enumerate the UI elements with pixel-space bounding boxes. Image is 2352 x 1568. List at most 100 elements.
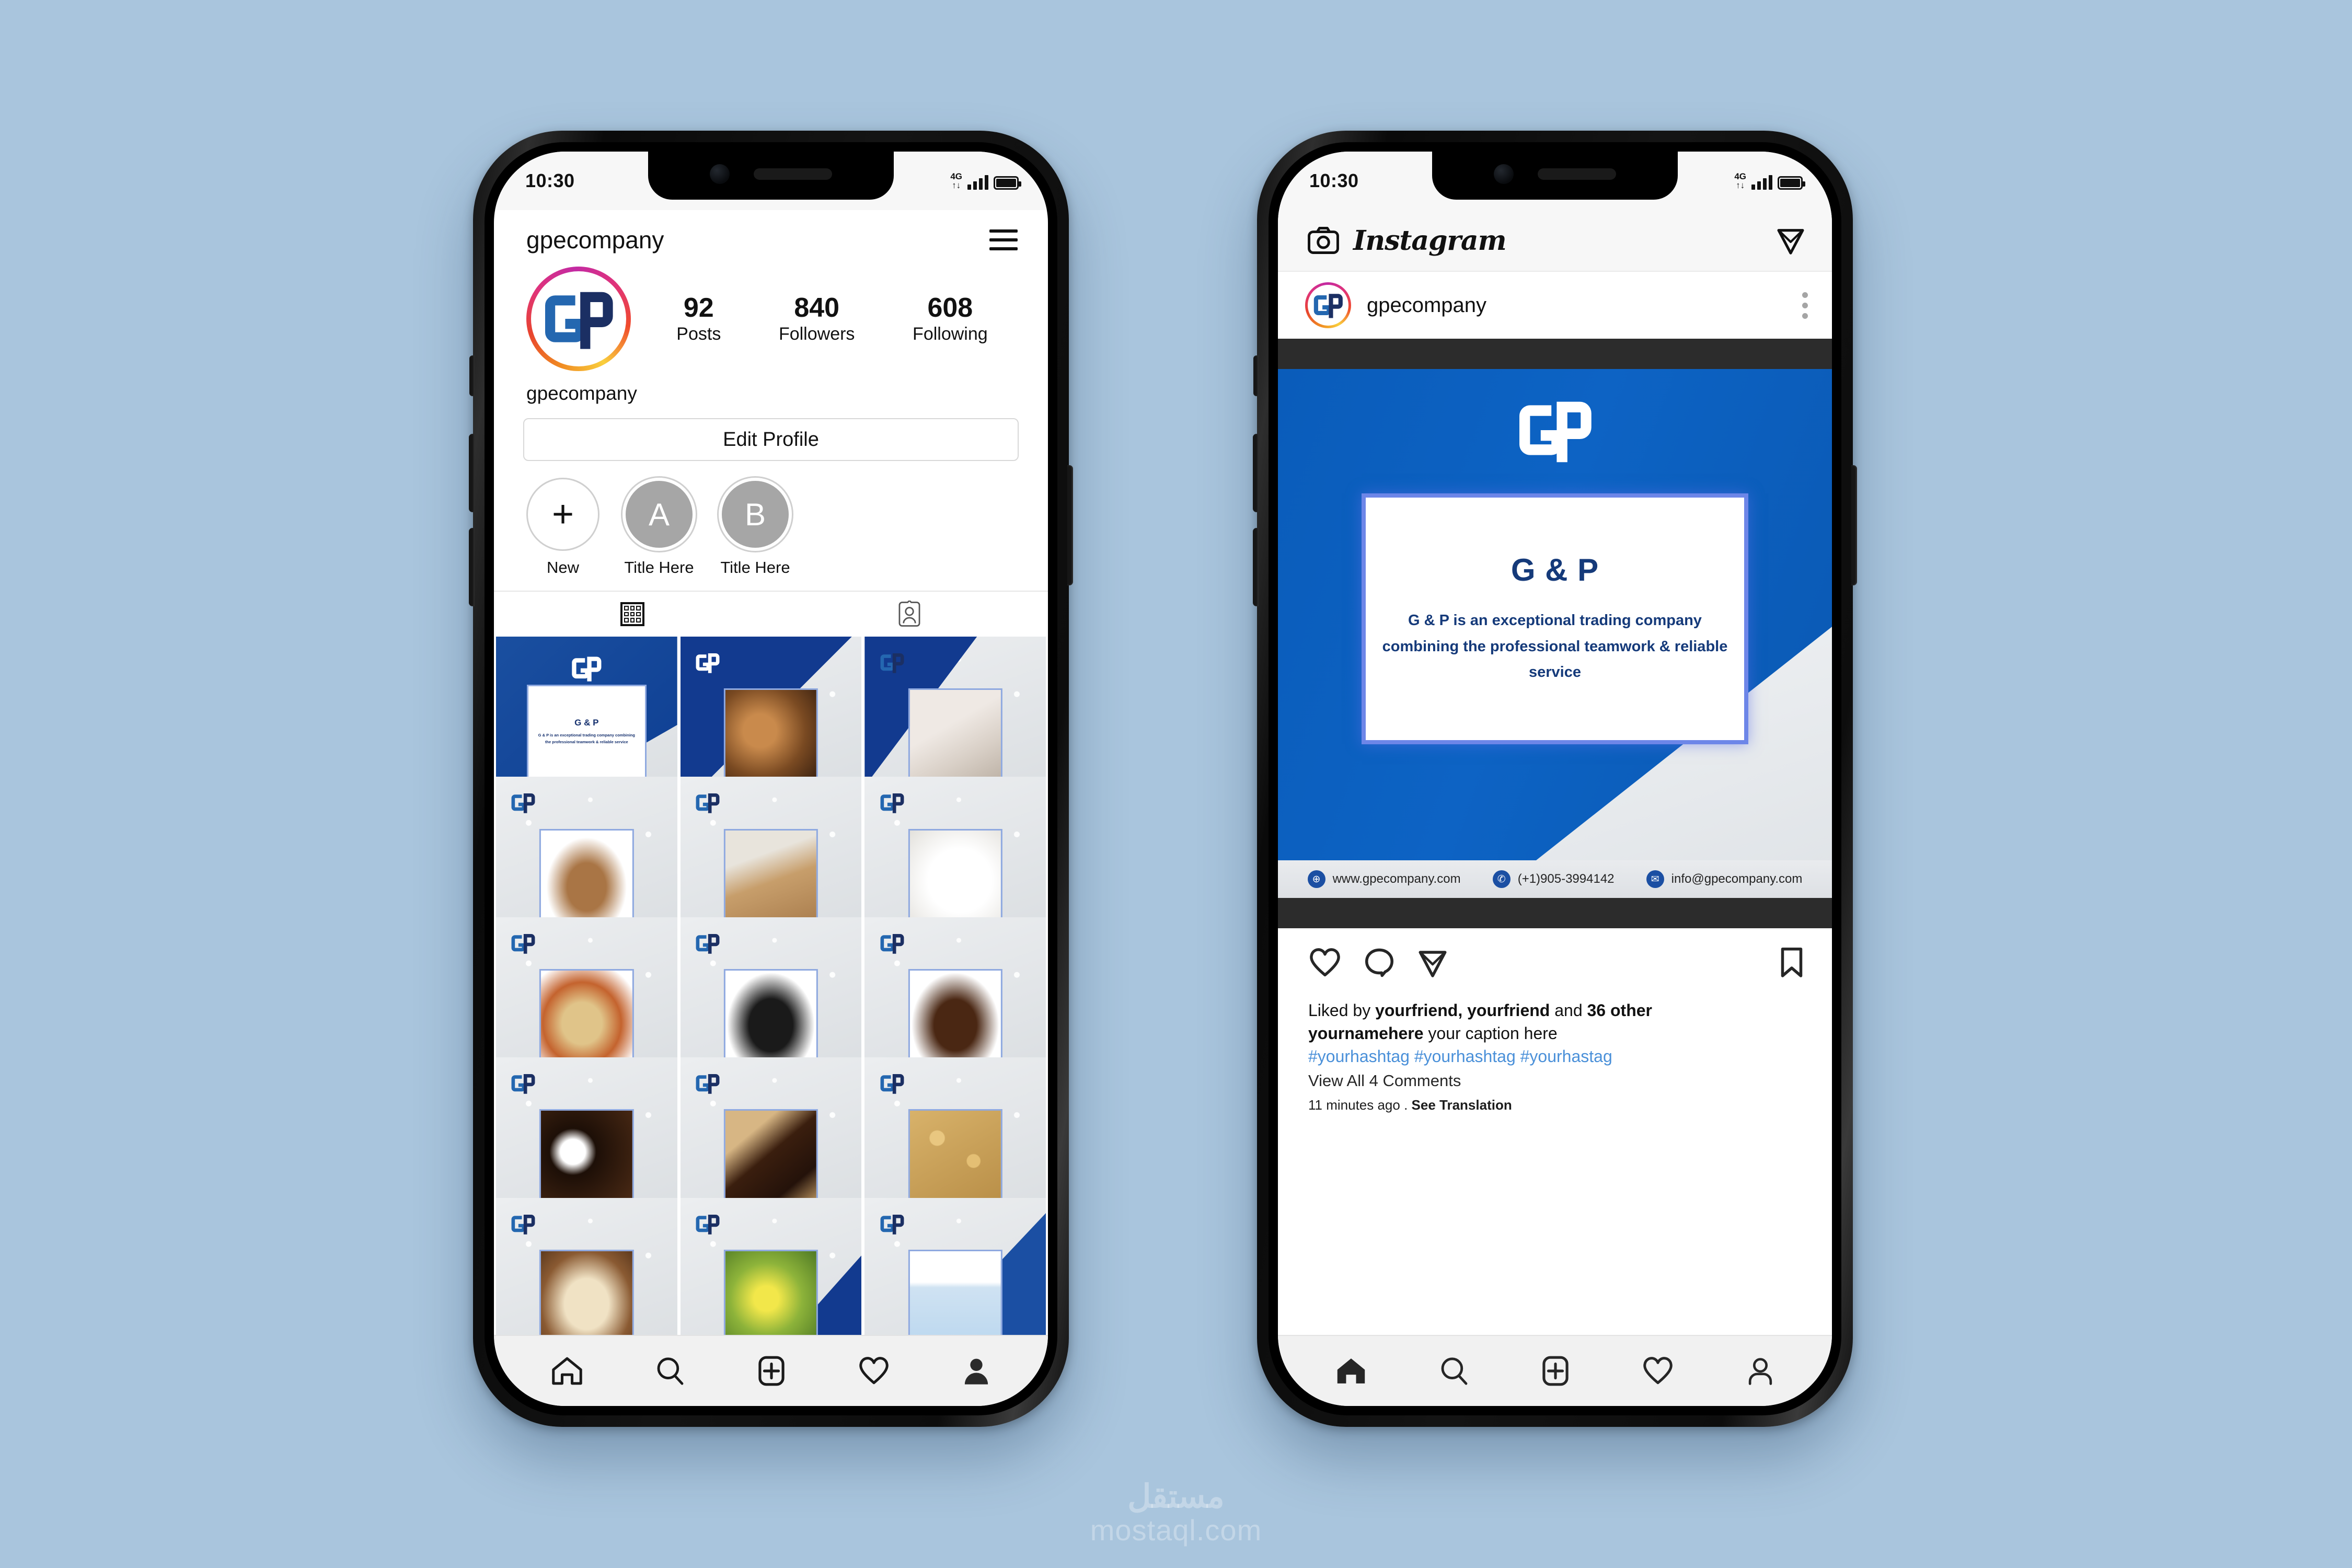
followers-count: 840 xyxy=(794,293,840,324)
screen-left: 10:30 4G ↑↓ gpecompany 92 Posts 840 Foll… xyxy=(494,152,1048,1406)
product-photo-milk-powder xyxy=(723,828,818,923)
heart-icon[interactable] xyxy=(858,1356,890,1386)
followers-label: Followers xyxy=(778,324,855,344)
post-headline: G & P xyxy=(1511,552,1599,587)
silent-switch[interactable] xyxy=(469,355,475,396)
post-timestamp: 11 minutes ago . xyxy=(1308,1097,1412,1113)
battery-icon xyxy=(1778,176,1805,190)
volume-down-button[interactable] xyxy=(469,528,475,606)
direct-message-icon[interactable] xyxy=(1775,225,1806,256)
watermark-latin: mostaql.com xyxy=(1090,1513,1262,1547)
product-photo-soybeans xyxy=(908,1109,1002,1204)
see-translation-link[interactable]: See Translation xyxy=(1412,1097,1512,1113)
highlight-a[interactable]: A Title Here xyxy=(622,478,696,577)
tab-tagged[interactable] xyxy=(771,592,1048,637)
avatar[interactable] xyxy=(526,267,631,371)
grid-post[interactable]: Whole Milk Powder www.gpecompany.com (+1… xyxy=(864,1197,1046,1335)
phone-right-feed: 10:30 4G ↑↓ Instagram gpecompany G & P G… xyxy=(1253,131,1857,1427)
story-highlights: + New A Title Here B Title Here xyxy=(494,461,1048,591)
add-post-icon[interactable] xyxy=(1541,1355,1570,1387)
post-author-avatar[interactable] xyxy=(1305,282,1351,328)
earpiece-speaker xyxy=(1538,168,1616,180)
signal-bars-icon xyxy=(1751,173,1772,190)
hamburger-icon[interactable] xyxy=(989,229,1018,250)
tab-grid[interactable] xyxy=(494,592,771,637)
gp-logo-icon xyxy=(880,653,904,673)
product-photo-natural-cocoa xyxy=(539,828,634,923)
grid-post[interactable]: Sesame Seeds www.gpecompany.com (+1)905-… xyxy=(496,1197,677,1335)
view-comments-link[interactable]: View All 4 Comments xyxy=(1308,1068,1803,1093)
stat-following[interactable]: 608 Following xyxy=(913,293,988,344)
volume-down-button[interactable] xyxy=(1253,528,1259,606)
likes-line: Liked by yourfriend, yourfriend and 36 o… xyxy=(1308,999,1803,1022)
search-icon[interactable] xyxy=(655,1356,685,1386)
gp-logo-icon xyxy=(696,1214,720,1235)
highlight-new[interactable]: + New xyxy=(526,478,599,577)
following-label: Following xyxy=(913,324,988,344)
notch xyxy=(648,152,894,200)
liked-others[interactable]: 36 other xyxy=(1587,1001,1652,1020)
hero-body: G & P is an exceptional trading company … xyxy=(538,733,635,744)
post-top-band xyxy=(1278,339,1832,369)
power-button[interactable] xyxy=(1067,465,1073,585)
profile-bio-name: gpecompany xyxy=(526,383,637,404)
caption-author[interactable]: yournamehere xyxy=(1308,1024,1424,1043)
bottom-nav-left xyxy=(494,1335,1048,1406)
volume-up-button[interactable] xyxy=(1253,434,1259,512)
heart-icon[interactable] xyxy=(1642,1356,1674,1386)
like-icon[interactable] xyxy=(1308,947,1342,978)
status-time: 10:30 xyxy=(525,170,575,191)
post-image[interactable]: G & P G & P is an exceptional trading co… xyxy=(1278,339,1832,928)
profile-icon[interactable] xyxy=(962,1356,991,1386)
caption-hashtags[interactable]: #yourhashtag #yourhashtag #yourhastag xyxy=(1308,1045,1803,1068)
highlight-b[interactable]: B Title Here xyxy=(719,478,792,577)
liked-prefix: Liked by xyxy=(1308,1001,1376,1020)
comment-icon[interactable] xyxy=(1364,947,1395,978)
battery-icon xyxy=(994,176,1021,190)
silent-switch[interactable] xyxy=(1253,355,1259,396)
more-options-icon[interactable] xyxy=(1802,292,1808,319)
stat-followers[interactable]: 840 Followers xyxy=(779,293,855,344)
bookmark-icon[interactable] xyxy=(1780,947,1804,978)
front-camera-icon xyxy=(710,164,730,184)
posts-count: 92 xyxy=(683,293,714,324)
home-icon[interactable] xyxy=(1335,1356,1367,1386)
profile-icon[interactable] xyxy=(1746,1356,1775,1386)
camera-icon[interactable] xyxy=(1307,226,1340,255)
search-icon[interactable] xyxy=(1439,1356,1469,1386)
whatsapp-icon: ✆ xyxy=(1492,870,1511,888)
contact-website: www.gpecompany.com xyxy=(1332,872,1461,886)
post-author-username[interactable]: gpecompany xyxy=(1367,294,1486,317)
highlight-label: New xyxy=(546,558,579,577)
gp-logo-icon xyxy=(511,933,535,954)
home-icon[interactable] xyxy=(551,1356,583,1386)
front-camera-icon xyxy=(1494,164,1514,184)
stat-posts[interactable]: 92 Posts xyxy=(676,293,721,344)
status-bar-left: 10:30 4G ↑↓ xyxy=(494,152,1048,210)
status-indicators: 4G ↑↓ xyxy=(950,171,1021,190)
add-post-icon[interactable] xyxy=(757,1355,786,1387)
profile-username-header: gpecompany xyxy=(526,226,664,253)
post-content-card: G & P G & P is an exceptional trading co… xyxy=(1362,493,1748,744)
highlight-initial: B xyxy=(719,478,792,551)
product-photo-canola-seeds xyxy=(723,1249,818,1335)
power-button[interactable] xyxy=(1851,465,1857,585)
posts-label: Posts xyxy=(676,324,721,344)
watermark-arabic: مستقل xyxy=(1127,1478,1225,1515)
gp-logo-icon xyxy=(696,793,720,814)
volume-up-button[interactable] xyxy=(469,434,475,512)
post-body-text: G & P is an exceptional trading company … xyxy=(1382,612,1728,681)
screen-right: 10:30 4G ↑↓ Instagram gpecompany G & P G… xyxy=(1278,152,1832,1406)
liked-names[interactable]: yourfriend, yourfriend xyxy=(1375,1001,1550,1020)
product-photo-moka-coffee xyxy=(539,1109,634,1204)
network-type-label: 4G xyxy=(950,171,962,181)
grid-post[interactable]: Canola Seeds www.gpecompany.com (+1)905-… xyxy=(680,1197,862,1335)
gp-logo-icon xyxy=(511,793,535,814)
highlight-label: Title Here xyxy=(624,558,694,577)
post-contact-bar: ⊕ www.gpecompany.com ✆ (+1)905-3994142 ✉… xyxy=(1278,860,1832,898)
posts-grid: G & P G & P is an exceptional trading co… xyxy=(494,637,1048,1335)
gp-logo-icon xyxy=(880,793,904,814)
edit-profile-button[interactable]: Edit Profile xyxy=(523,418,1019,461)
share-icon[interactable] xyxy=(1417,947,1448,978)
product-photo-sesame-seeds xyxy=(539,1249,634,1335)
